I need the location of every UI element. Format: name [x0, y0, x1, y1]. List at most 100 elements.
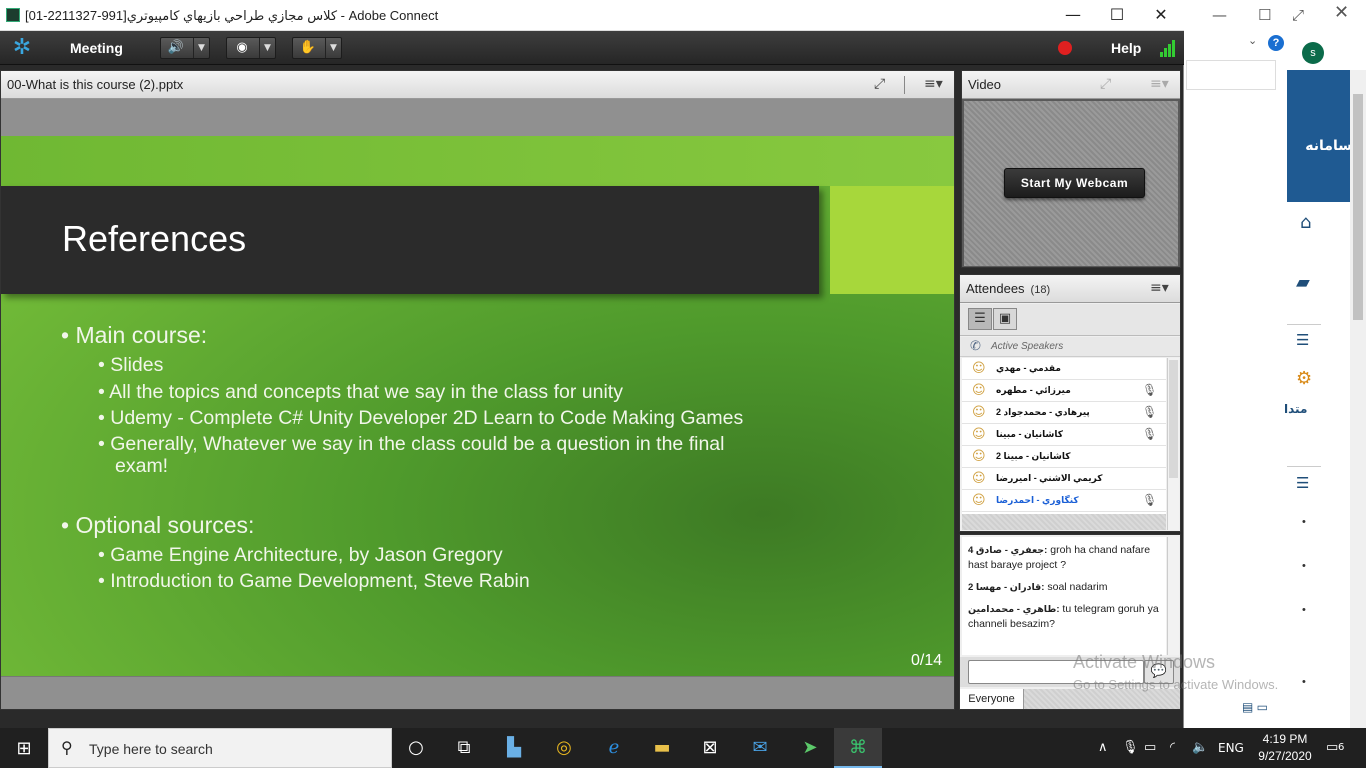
video-area: Start My Webcam	[964, 101, 1178, 266]
mail-icon[interactable]: ✉	[736, 728, 784, 768]
microphone-icon: 🎙	[1142, 383, 1158, 397]
speaker-control[interactable]: 🔊 ▼	[160, 37, 210, 59]
view-toggle-icon[interactable]: ▤ ▭	[1242, 700, 1268, 714]
bg-address-field[interactable]	[1186, 60, 1276, 90]
attendee-row[interactable]: ☺ كاشانيان - مبينا 2	[962, 446, 1166, 468]
adobe-connect-logo-icon[interactable]: ✲	[10, 36, 34, 60]
attendee-row[interactable]: ☺ كريمي الاشني - اميررضا	[962, 468, 1166, 490]
participant-icon: ☺	[972, 361, 986, 376]
bg-banner-text: سامانه	[1305, 138, 1352, 154]
bg-chevron-down-icon[interactable]: ⌄	[1248, 34, 1257, 47]
fullscreen-icon[interactable]: ⤢	[1100, 76, 1111, 92]
bg-close-button[interactable]: ⤢	[1292, 6, 1304, 24]
pod-menu-icon[interactable]: ≡▾	[1150, 76, 1169, 92]
divider	[1287, 466, 1321, 467]
taskbar-search[interactable]: ⚲ Type here to search	[48, 728, 392, 768]
item-text: Game Engine Architecture, by Jason Grego…	[110, 544, 503, 566]
chat-input[interactable]	[968, 660, 1144, 684]
notification-count: 6	[1338, 742, 1345, 753]
item-text: Introduction to Game Development, Steve …	[110, 570, 530, 592]
maximize-button[interactable]: ☐	[1106, 4, 1128, 26]
webcam-icon[interactable]: ◉	[227, 38, 257, 58]
status-dropdown[interactable]: ▼	[325, 38, 341, 58]
slide-item: • Introduction to Game Development, Stev…	[98, 570, 530, 592]
home-icon[interactable]: ⌂	[1300, 212, 1311, 233]
attendee-row[interactable]: ☺ كنگاوري - احمدرضا 🎙	[962, 490, 1166, 512]
file-explorer-icon[interactable]: ▬	[638, 728, 686, 768]
attendees-scroll-thumb[interactable]	[1169, 360, 1178, 478]
minimize-button[interactable]: —	[1062, 4, 1084, 26]
attendee-row[interactable]: ☺ كاشانيان - مبينا 🎙	[962, 424, 1166, 446]
battery-icon[interactable]: ▭	[1144, 728, 1156, 768]
fullscreen-icon[interactable]: ⤢	[874, 76, 885, 92]
slide-item: • Udemy - Complete C# Unity Developer 2D…	[98, 407, 744, 429]
webcam-control[interactable]: ◉ ▼	[226, 37, 276, 59]
meeting-menu[interactable]: Meeting	[70, 40, 123, 56]
participant-icon: ☺	[972, 449, 986, 464]
recording-indicator-icon[interactable]	[1058, 41, 1072, 55]
clock[interactable]: 4:19 PM 9/27/2020	[1250, 731, 1320, 765]
gear-icon[interactable]: ⚙	[1296, 368, 1312, 389]
wifi-icon[interactable]: ◜	[1170, 728, 1175, 768]
tray-chevron-icon[interactable]: ∧	[1098, 728, 1108, 768]
attendees-pod-title: Attendees (18)	[966, 281, 1050, 296]
raise-hand-control[interactable]: ✋ ▼	[292, 37, 342, 59]
bg-menu-label: متدا	[1284, 402, 1308, 416]
list-icon[interactable]: ☰	[1296, 331, 1309, 349]
share-pod-title: 00-What is this course (2).pptx	[7, 77, 184, 92]
send-app-icon[interactable]: ➤	[786, 728, 834, 768]
menu-bar: ✲ Meeting 🔊 ▼ ◉ ▼ ✋ ▼ Help	[0, 31, 1184, 65]
store-icon[interactable]: ⊠	[686, 728, 734, 768]
start-webcam-button[interactable]: Start My Webcam	[1004, 168, 1145, 198]
list-icon[interactable]: ☰	[1296, 474, 1309, 492]
folder-icon[interactable]: ▰	[1296, 272, 1310, 293]
speaker-dropdown[interactable]: ▼	[193, 38, 209, 58]
bg-scroll-thumb[interactable]	[1353, 94, 1363, 320]
list-view-icon[interactable]: ☰	[968, 308, 992, 330]
notification-icon[interactable]: ▭	[1326, 728, 1338, 768]
attendee-name: كاشانيان - مبينا	[996, 429, 1063, 439]
close-button[interactable]: ✕	[1150, 4, 1172, 26]
help-icon[interactable]: ?	[1268, 35, 1284, 51]
raise-hand-icon[interactable]: ✋	[293, 38, 323, 58]
attendee-name: كريمي الاشني - اميررضا	[996, 473, 1103, 483]
attendee-name: مقدمي - مهدي	[996, 363, 1061, 373]
task-view-icon[interactable]: ⧉	[440, 728, 488, 768]
microphone-icon[interactable]: 🎙	[1122, 728, 1139, 768]
participant-icon: ☺	[972, 405, 986, 420]
volume-icon[interactable]: 🔈	[1192, 728, 1208, 768]
grid-view-icon[interactable]: ▣	[993, 308, 1017, 330]
attendee-row[interactable]: ☺ ميرزائي - مطهره 🎙	[962, 380, 1166, 402]
attendees-scrollbar[interactable]	[1167, 358, 1179, 530]
profile-avatar[interactable]: s	[1302, 42, 1324, 64]
pod-menu-icon[interactable]: ≡▾	[1150, 280, 1169, 296]
bg-restore-button[interactable]: ☐	[1258, 6, 1271, 24]
search-icon: ⚲	[61, 738, 73, 757]
item-text: Slides	[110, 354, 164, 376]
heading-text: Optional sources:	[75, 512, 255, 538]
bg-minimize-button[interactable]: —	[1212, 6, 1227, 24]
language-indicator[interactable]: ENG	[1218, 728, 1244, 768]
edge-icon[interactable]: ℯ	[590, 728, 638, 768]
speaker-icon[interactable]: 🔊	[161, 38, 191, 58]
bg-scrollbar[interactable]	[1350, 70, 1366, 728]
clock-time: 4:19 PM	[1262, 732, 1308, 746]
tab-everyone[interactable]: Everyone	[960, 689, 1024, 709]
bg-close-icon[interactable]: ✕	[1334, 2, 1349, 23]
attendee-row[interactable]: ☺ مقدمي - مهدي	[962, 358, 1166, 380]
pod-menu-icon[interactable]: ≡▾	[924, 76, 943, 92]
windows-start-icon[interactable]: ⊞	[0, 728, 48, 768]
participant-icon: ☺	[972, 471, 986, 486]
attendees-list[interactable]: ☺ مقدمي - مهدي ☺ ميرزائي - مطهره 🎙 ☺ پيرهادي -…	[962, 358, 1166, 530]
cortana-icon[interactable]: ○	[392, 728, 440, 768]
attendee-row[interactable]: ☺ پيرهادي - محمدجواد 2 🎙	[962, 402, 1166, 424]
chrome-icon[interactable]: ◎	[540, 728, 588, 768]
video-pod-title: Video	[968, 77, 1002, 92]
adobe-connect-taskbar-icon[interactable]: ⌘	[834, 728, 882, 768]
webcam-dropdown[interactable]: ▼	[259, 38, 275, 58]
adobe-connect-window: كلاس مجازي طراحي بازيهاي كامپيوتري[991-2…	[0, 0, 1184, 728]
chat-scrollbar[interactable]	[1167, 537, 1179, 655]
file-share-app-icon[interactable]: ▙	[490, 728, 538, 768]
send-message-icon[interactable]: 💬	[1144, 660, 1174, 684]
help-menu[interactable]: Help	[1111, 40, 1141, 56]
